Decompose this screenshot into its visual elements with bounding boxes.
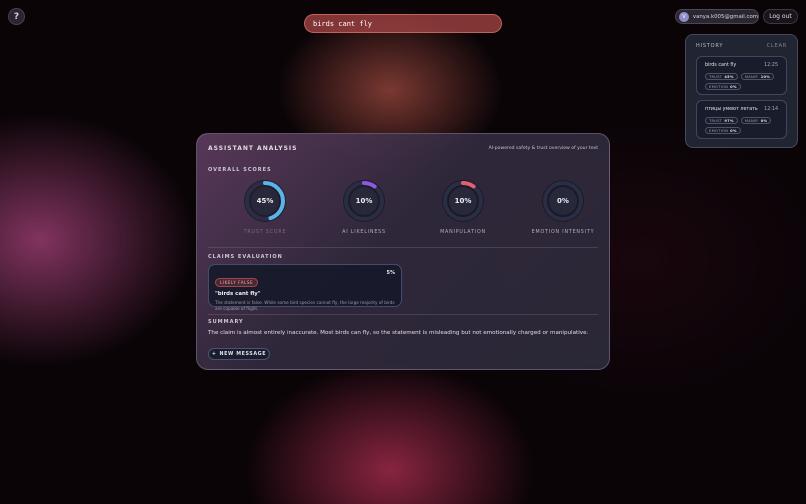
history-item-text: birds cant fly [705, 63, 737, 68]
claim-explanation: The statement is false. While some bird … [215, 300, 395, 312]
history-title: HISTORY [696, 43, 724, 49]
history-tag-emotion: EMOTION 0% [705, 83, 741, 90]
score-emotion-intensity: 0% EMOTION INTENSITY [523, 178, 603, 235]
score-manipulation: 10% MANIPULATION [423, 178, 503, 235]
history-tag-trust: TRUST 45% [705, 73, 738, 80]
score-trust: 45% TRUST SCORE [225, 178, 305, 235]
scores-row: 45% TRUST SCORE 10% AI LIKELINESS 10% MA… [208, 178, 598, 244]
overall-scores-label: OVERALL SCORES [208, 167, 272, 173]
avatar: V [679, 11, 689, 22]
claim-quote: "birds cant fly" [215, 291, 261, 297]
history-item[interactable]: птицы умеют летать 12:14 TRUST 97% MANIP.… [696, 100, 787, 139]
claim-card[interactable]: LIKELY FALSE 5% "birds cant fly" The sta… [208, 264, 402, 311]
score-ai-likeliness: 10% AI LIKELINESS [324, 178, 404, 235]
logout-button[interactable]: Log out [763, 9, 798, 24]
score-label: AI LIKELINESS [342, 230, 386, 235]
history-tag-manip: MANIP. 10% [740, 73, 775, 80]
score-value: 45% [256, 197, 274, 205]
new-message-label: NEW MESSAGE [219, 351, 267, 357]
score-label: TRUST SCORE [243, 230, 287, 235]
claims-evaluation-label: CLAIMS EVALUATION [208, 254, 283, 260]
score-value: 10% [355, 197, 373, 205]
user-account-pill[interactable]: V vanya.k005@gmail.com [675, 9, 759, 24]
history-tag-emotion: EMOTION 0% [705, 127, 741, 134]
history-item-time: 12:14 [764, 107, 778, 112]
new-message-button[interactable]: + NEW MESSAGE [208, 348, 270, 360]
user-email: vanya.k005@gmail.com [692, 13, 758, 20]
score-value: 10% [454, 197, 472, 205]
search-input[interactable]: birds cant fly [304, 14, 502, 33]
help-button[interactable]: ? [8, 8, 25, 25]
summary-text: The claim is almost entirely inaccurate.… [208, 330, 589, 336]
divider [208, 314, 598, 315]
history-item-time: 12:25 [764, 63, 778, 68]
analysis-panel: ASSISTANT ANALYSIS AI-powered safety & t… [196, 133, 610, 370]
history-item-text: птицы умеют летать [705, 107, 758, 112]
history-item[interactable]: birds cant fly 12:25 TRUST 45% MANIP. 10% … [696, 56, 787, 95]
divider [208, 247, 598, 248]
question-mark-icon: ? [13, 11, 20, 22]
history-clear-button[interactable]: CLEAR [767, 43, 787, 49]
score-label: EMOTION INTENSITY [531, 230, 595, 235]
history-tag-trust: TRUST 97% [705, 117, 738, 124]
claim-verdict-badge: LIKELY FALSE [215, 278, 259, 287]
history-tag-manip: MANIP. 0% [740, 117, 772, 124]
claim-percent: 5% [386, 270, 396, 276]
search-input-value: birds cant fly [313, 19, 373, 28]
history-panel: HISTORY CLEAR birds cant fly 12:25 TRUST… [685, 34, 798, 148]
summary-label: SUMMARY [208, 319, 244, 325]
score-value: 0% [557, 197, 569, 205]
analysis-subtitle: AI-powered safety & trust overview of yo… [488, 146, 598, 151]
analysis-title: ASSISTANT ANALYSIS [208, 145, 298, 152]
plus-icon: + [211, 351, 217, 357]
score-label: MANIPULATION [440, 230, 486, 235]
